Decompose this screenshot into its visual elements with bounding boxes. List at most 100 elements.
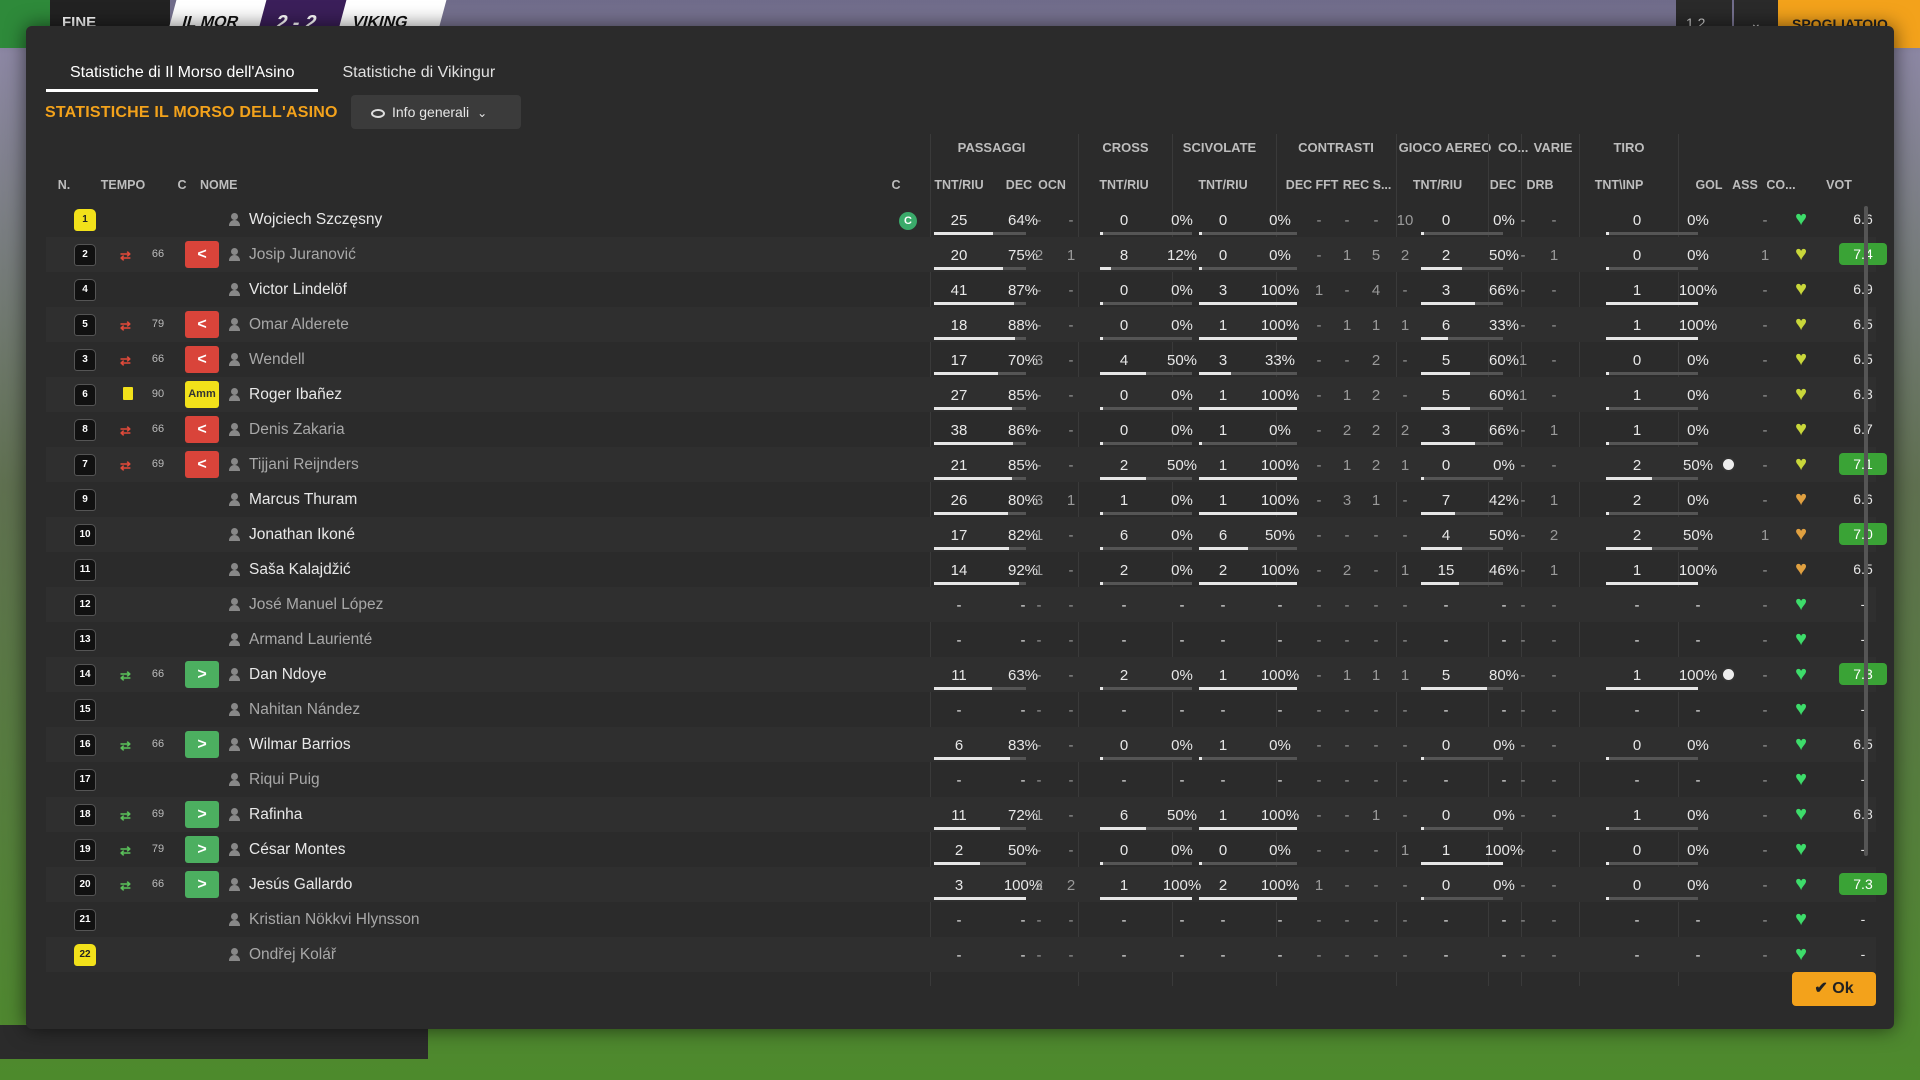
table-row[interactable]: 13 Armand Laurienté - - - - - - - - - - - - - - - - - - - ♥ - xyxy=(46,622,1876,657)
card-status-button[interactable]: > xyxy=(185,801,219,828)
player-name[interactable]: Rafinha xyxy=(249,806,302,824)
stat-bar-fill xyxy=(1199,477,1297,480)
substitution-out-icon: ⇄ xyxy=(120,423,131,438)
column-header[interactable]: OCN xyxy=(1037,178,1067,192)
player-name[interactable]: Marcus Thuram xyxy=(249,491,357,509)
stat-bar-fill xyxy=(1199,442,1202,445)
tab-home-stats[interactable]: Statistiche di Il Morso dell'Asino xyxy=(46,56,319,92)
table-row[interactable]: 2 ⇄ 66 < Josip Juranović 20 75% 2 1 8 12% 0 0% -1 5 2 2 5… xyxy=(46,237,1887,272)
table-row[interactable]: 22 Ondřej Kolář - - - - - - - - - - - - - - - - - - - ♥ - xyxy=(46,937,1876,972)
player-name[interactable]: Omar Alderete xyxy=(249,316,349,334)
player-name[interactable]: Saša Kalajdžić xyxy=(249,561,351,579)
table-row[interactable]: 4 Victor Lindelöf 41 87% - -0 0% 3 100% 1-4-3 66% -… xyxy=(46,272,1876,307)
stat-bar-fill xyxy=(1199,302,1297,305)
table-row[interactable]: 8 ⇄ 66 < Denis Zakaria 38 86% - -0 0% 1 0% -2 2 2 3 66% -… xyxy=(46,412,1876,447)
card-status-button[interactable]: Amm xyxy=(185,381,219,408)
column-header[interactable]: NOME xyxy=(200,178,260,192)
column-header[interactable]: TNT/RIU xyxy=(1400,178,1475,192)
table-row[interactable]: 1 Wojciech Szczęsny C 25 64% - -0 0% 0 0% - - -10 0 0%… xyxy=(46,202,1876,237)
table-row[interactable]: 11 Saša Kalajdžić 14 92% 1-2 0% 2 100% -2-1 15 46%… xyxy=(46,552,1876,587)
tab-away-stats[interactable]: Statistiche di Vikingur xyxy=(318,56,519,92)
table-row[interactable]: 7 ⇄ 69 < Tijjani Reijnders 21 85% - -2 50% 1 100% -1… xyxy=(46,447,1887,482)
column-group-header: CONTRASTI xyxy=(1298,140,1374,155)
scrollbar[interactable] xyxy=(1864,206,1868,856)
stat-bar-track xyxy=(1100,547,1192,550)
view-select-dropdown[interactable]: Info generali ⌄ xyxy=(351,95,521,129)
player-name[interactable]: César Montes xyxy=(249,841,345,859)
card-status-button[interactable]: > xyxy=(185,871,219,898)
column-header[interactable]: ASS xyxy=(1731,178,1759,192)
table-row[interactable]: 20 ⇄ 66 > Jesús Gallardo 3 100% 2 2 1 100% 2 100% 1- -… xyxy=(46,867,1887,902)
column-header[interactable]: TNT/RIU xyxy=(929,178,989,192)
player-name[interactable]: Wojciech Szczęsny xyxy=(249,211,382,229)
player-name[interactable]: Dan Ndoye xyxy=(249,666,327,684)
player-name[interactable]: Victor Lindelöf xyxy=(249,281,347,299)
player-name[interactable]: Armand Laurienté xyxy=(249,631,372,649)
player-name[interactable]: Jonathan Ikoné xyxy=(249,526,355,544)
column-header[interactable]: VOT xyxy=(1819,178,1859,192)
player-name[interactable]: Ondřej Kolář xyxy=(249,946,336,964)
table-row[interactable]: 12 José Manuel López - - - - - - - - - - - - - - - - - - - ♥ - xyxy=(46,587,1876,622)
stat-ratio: 0% xyxy=(1687,737,1709,754)
table-row[interactable]: 6 90 Amm Roger Ibañez 27 85% - -0 0% 1 100% -1 2-5 60… xyxy=(46,377,1876,412)
stat-value: - xyxy=(1402,807,1408,824)
table-row[interactable]: 18 ⇄ 69 > Rafinha 11 72% 1-6 50% 1 100% - -1-0 0% - -1 0… xyxy=(46,797,1876,832)
column-header[interactable]: REC xyxy=(1342,178,1370,192)
column-header[interactable]: TNT\INP xyxy=(1588,178,1650,192)
stat-value: - xyxy=(1520,947,1526,964)
column-header[interactable]: FFT xyxy=(1313,178,1341,192)
card-status-button[interactable]: < xyxy=(185,346,219,373)
stat-value: - xyxy=(1068,632,1074,649)
player-name[interactable]: José Manuel López xyxy=(249,596,383,614)
column-header[interactable]: C xyxy=(886,178,906,192)
column-header[interactable]: C xyxy=(165,178,199,192)
column-header[interactable]: TNT/RIU xyxy=(1094,178,1154,192)
column-header[interactable]: DEC xyxy=(1489,178,1517,192)
substitution-in-icon: ⇄ xyxy=(120,738,131,753)
table-row[interactable]: 5 ⇄ 79 < Omar Alderete 18 88% - -0 0% 1 100% -1 1 1 6 33… xyxy=(46,307,1876,342)
table-row[interactable]: 10 Jonathan Ikoné 17 82% 1-6 0% 6 50% - - - -4 50% -2… xyxy=(46,517,1887,552)
column-header[interactable]: TEMPO xyxy=(98,178,148,192)
column-header[interactable]: TNT/RIU xyxy=(1193,178,1253,192)
card-status-button[interactable]: < xyxy=(185,241,219,268)
stat-bar-track xyxy=(1421,897,1503,900)
card-status-button[interactable]: < xyxy=(185,451,219,478)
player-name[interactable]: Riqui Puig xyxy=(249,771,320,789)
ok-button[interactable]: ✔ Ok xyxy=(1792,972,1876,1006)
table-row[interactable]: 16 ⇄ 66 > Wilmar Barrios 6 83% - -0 0% 1 0% - - - -0 0% -… xyxy=(46,727,1876,762)
player-name[interactable]: Josip Juranović xyxy=(249,246,356,264)
table-row[interactable]: 19 ⇄ 79 > César Montes 2 50% - -0 0% 0 0% - - -1 1 100% -… xyxy=(46,832,1876,867)
player-name[interactable]: Kristian Nökkvi Hlynsson xyxy=(249,911,420,929)
column-header[interactable]: GOL xyxy=(1694,178,1724,192)
stat-value: - xyxy=(1402,492,1408,509)
column-header[interactable]: N. xyxy=(49,178,79,192)
card-status-button[interactable]: < xyxy=(185,311,219,338)
stat-bar-fill xyxy=(1606,337,1698,340)
column-header[interactable]: DEC xyxy=(1285,178,1313,192)
column-header[interactable]: DRB xyxy=(1520,178,1560,192)
table-row[interactable]: 3 ⇄ 66 < Wendell 17 70% 3-4 50% 3 33% - -2-5 60% 1-0 0%… xyxy=(46,342,1876,377)
card-status-button[interactable]: < xyxy=(185,416,219,443)
player-name[interactable]: Tijjani Reijnders xyxy=(249,456,359,474)
column-header[interactable]: S... xyxy=(1371,178,1393,192)
person-icon xyxy=(229,808,240,821)
table-row[interactable]: 15 Nahitan Nández - - - - - - - - - - - - - - - - - - - ♥ - xyxy=(46,692,1876,727)
card-status-button[interactable]: > xyxy=(185,836,219,863)
column-header[interactable]: CO... xyxy=(1765,178,1797,192)
table-row[interactable]: 21 Kristian Nökkvi Hlynsson - - - - - - - - - - - - - -… xyxy=(46,902,1876,937)
stat-value: - xyxy=(1762,597,1768,614)
stat-bar-track xyxy=(1606,897,1698,900)
player-name[interactable]: Wilmar Barrios xyxy=(249,736,351,754)
player-name[interactable]: Jesús Gallardo xyxy=(249,876,352,894)
table-row[interactable]: 17 Riqui Puig - - - - - - - - - - - - - - - - - - - ♥ - xyxy=(46,762,1876,797)
player-name[interactable]: Denis Zakaria xyxy=(249,421,345,439)
stat-value: - xyxy=(1036,947,1042,964)
card-status-button[interactable]: > xyxy=(185,661,219,688)
table-row[interactable]: 14 ⇄ 66 > Dan Ndoye 11 63% - -2 0% 1 100% -1 1 1 5 80% - -… xyxy=(46,657,1887,692)
player-name[interactable]: Roger Ibañez xyxy=(249,386,342,404)
column-header[interactable]: DEC xyxy=(1005,178,1033,192)
player-name[interactable]: Wendell xyxy=(249,351,305,369)
table-row[interactable]: 9 Marcus Thuram 26 80% 3 1 1 0% 1 100% -3 1-7 42% -1 2… xyxy=(46,482,1876,517)
card-status-button[interactable]: > xyxy=(185,731,219,758)
player-name[interactable]: Nahitan Nández xyxy=(249,701,360,719)
